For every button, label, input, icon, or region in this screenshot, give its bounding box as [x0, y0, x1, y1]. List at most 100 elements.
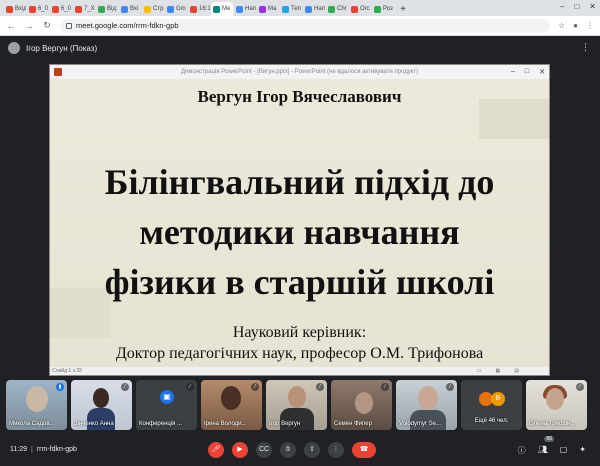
participant-tile[interactable]: ⁄ Зінченко Анна: [71, 380, 132, 430]
participant-tile[interactable]: ▮ Микола Садов...: [6, 380, 67, 430]
tab-label: Ма: [268, 6, 277, 12]
meeting-code: rrm-fdkn-gpb: [36, 446, 77, 453]
more-options-button[interactable]: ⋮: [328, 442, 344, 458]
new-tab-button[interactable]: +: [397, 4, 409, 16]
browser-tab[interactable]: Ме: [211, 2, 233, 16]
captions-button[interactable]: CC: [256, 442, 272, 458]
browser-tab[interactable]: Ма: [257, 2, 279, 16]
side-panel-controls: ⓘ 👥︎ ▢ ✦: [518, 445, 586, 456]
tab-label: Нап: [314, 6, 325, 12]
presenter-avatar: [8, 42, 20, 54]
ppt-status-bar: Слайд 1 з 32 ▭ ▦ ▤: [50, 367, 549, 375]
tab-favicon-icon: [259, 5, 266, 13]
lock-icon: ▣: [160, 390, 174, 404]
participant-name: Volodymyr Se...: [399, 421, 442, 427]
meet-control-bar: 11:29 | rrm-fdkn-gpb 🎤︎ ▶ CC ✋︎ ⇧ ⋮ ☎ 56…: [0, 434, 600, 466]
participant-tile[interactable]: ⁄ Ірина Володи...: [201, 380, 262, 430]
more-participants-tile[interactable]: В Ещё 46 чел.: [461, 380, 522, 430]
browser-tab[interactable]: Gm: [165, 2, 187, 16]
participant-video: [355, 392, 373, 414]
participant-tile[interactable]: ⁄ Семен Фипер: [331, 380, 392, 430]
profile-icon[interactable]: ●: [573, 21, 578, 30]
forward-icon[interactable]: →: [24, 21, 34, 31]
mic-off-icon: ⁄: [186, 383, 194, 391]
reload-icon[interactable]: ↻: [42, 20, 52, 31]
tab-favicon-icon: [374, 5, 381, 13]
minimize-icon[interactable]: –: [560, 2, 564, 11]
browser-tab[interactable]: Chr: [326, 2, 348, 16]
browser-tab[interactable]: Orc: [349, 2, 371, 16]
ppt-view-icons: ▭ ▦ ▤: [477, 368, 549, 374]
participant-video: [418, 386, 438, 410]
tab-favicon-icon: [190, 5, 197, 13]
participant-video: [221, 386, 241, 410]
browser-tab[interactable]: Стр: [142, 2, 164, 16]
tab-favicon-icon: [236, 5, 243, 13]
mic-off-icon: ⁄: [381, 383, 389, 391]
activities-icon[interactable]: ✦: [579, 445, 586, 456]
info-icon[interactable]: ⓘ: [518, 445, 526, 456]
participant-name: Олена Трифон...: [529, 421, 576, 427]
reading-view-icon: ▤: [514, 368, 519, 374]
browser-tab[interactable]: 6_0: [27, 2, 49, 16]
more-participants-label: Ещё 46 чел.: [474, 418, 509, 424]
participant-name: Семен Фипер: [334, 421, 372, 427]
tab-label: Chr: [337, 6, 347, 12]
back-icon[interactable]: ←: [6, 21, 16, 31]
participant-name: Ірина Володи...: [204, 421, 247, 427]
url-text: meet.google.com/rrm-fdkn-gpb: [76, 21, 179, 30]
tab-favicon-icon: [282, 5, 289, 13]
tab-label: Вхі: [130, 6, 139, 12]
more-options-icon[interactable]: ⋮: [581, 42, 590, 53]
browser-tab[interactable]: Від:: [96, 2, 118, 16]
star-icon[interactable]: ☆: [558, 21, 565, 30]
meeting-info: 11:29 | rrm-fdkn-gpb: [10, 446, 77, 453]
presenter-indicator: Ігор Вергун (Показ): [8, 42, 97, 54]
tab-favicon-icon: [328, 5, 335, 13]
raise-hand-button[interactable]: ✋︎: [280, 442, 296, 458]
presented-powerpoint-window: Демонстрація PowerPoint - [Вигун.pptx] -…: [49, 64, 550, 376]
browser-tab[interactable]: 6_0: [50, 2, 72, 16]
browser-tab[interactable]: Нап: [234, 2, 256, 16]
browser-tab[interactable]: Теп: [280, 2, 302, 16]
participant-name: Конференція ...: [139, 421, 183, 427]
sorter-view-icon: ▦: [495, 368, 501, 374]
slide-advisor-label: Науковий керівник:: [232, 324, 367, 341]
browser-tab[interactable]: Роз: [372, 2, 394, 16]
maximize-icon[interactable]: □: [574, 2, 579, 11]
camera-toggle-button[interactable]: ▶: [232, 442, 248, 458]
browser-tab[interactable]: Вхід: [4, 2, 26, 16]
lock-icon: [66, 22, 72, 29]
tab-label: Ме: [222, 6, 231, 12]
slide-advisor-name: Доктор педагогічних наук, професор О.М. …: [115, 345, 484, 362]
participant-tile[interactable]: ⁄ Volodymyr Se...: [396, 380, 457, 430]
participant-video: [26, 386, 48, 412]
menu-icon[interactable]: ⋮: [586, 21, 594, 30]
tab-label: Вхід: [15, 6, 26, 12]
tab-label: 6_0: [61, 6, 72, 12]
participant-tile[interactable]: ⁄ Ігор Вергун: [266, 380, 327, 430]
browser-tab[interactable]: Вхі: [119, 2, 141, 16]
browser-tab[interactable]: Нап: [303, 2, 325, 16]
tab-label: 16:1: [199, 6, 210, 12]
tab-favicon-icon: [351, 5, 358, 13]
participant-tile[interactable]: ⁄ Олена Трифон...: [526, 380, 587, 430]
leave-call-button[interactable]: ☎: [352, 442, 376, 458]
mic-toggle-button[interactable]: 🎤︎: [208, 442, 224, 458]
tab-favicon-icon: [121, 5, 128, 13]
url-field[interactable]: meet.google.com/rrm-fdkn-gpb: [60, 18, 550, 33]
tab-favicon-icon: [144, 5, 151, 13]
participant-video: [93, 388, 109, 408]
browser-tab[interactable]: 7_X: [73, 2, 95, 16]
present-button[interactable]: ⇧: [304, 442, 320, 458]
browser-tab[interactable]: 16:1: [188, 2, 210, 16]
close-icon[interactable]: ✕: [589, 2, 596, 11]
people-icon[interactable]: 👥︎: [538, 445, 548, 456]
ppt-minimize-icon: –: [510, 68, 515, 75]
participant-tile[interactable]: ▣ ⁄ Конференція ...: [136, 380, 197, 430]
participant-tiles: ▮ Микола Садов... ⁄ Зінченко Анна ▣ ⁄ Ко…: [0, 380, 600, 432]
participant-video: [546, 388, 564, 410]
mic-off-icon: ⁄: [121, 383, 129, 391]
chat-icon[interactable]: ▢: [560, 445, 568, 456]
tab-label: 7_X: [84, 6, 95, 12]
